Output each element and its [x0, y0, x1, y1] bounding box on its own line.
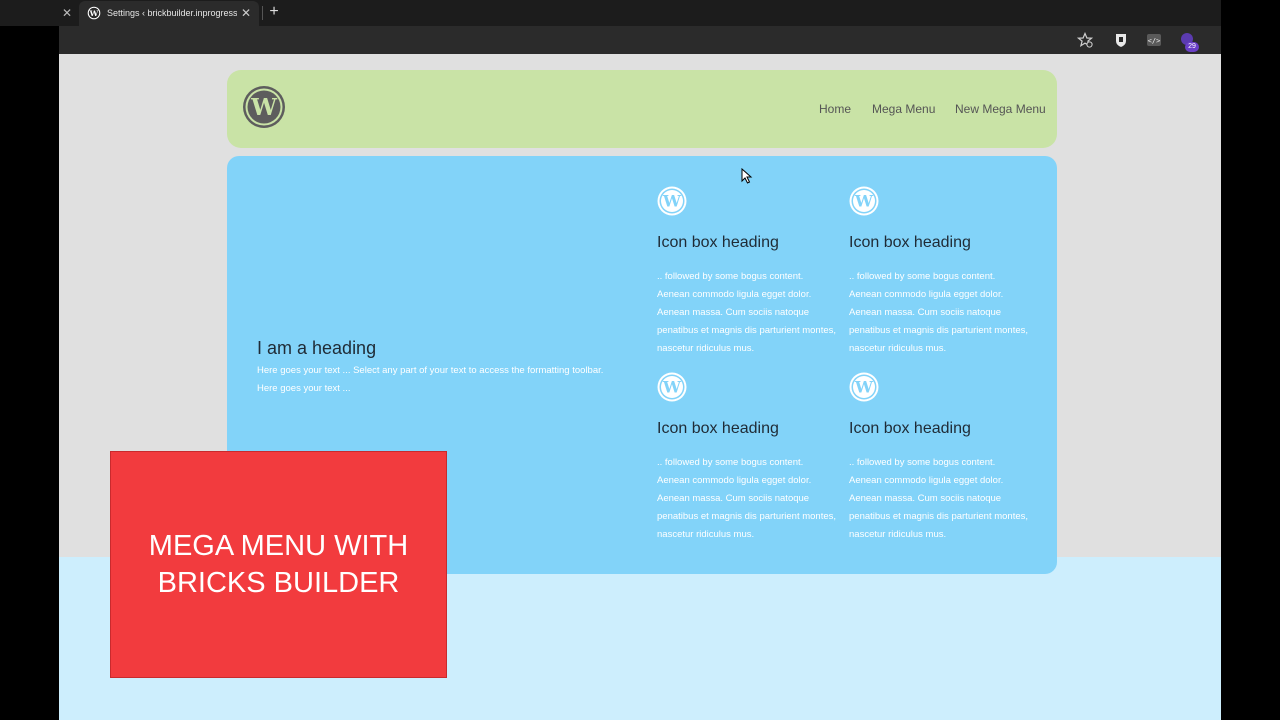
icon-box: W Icon box heading .. followed by some b… — [849, 372, 1029, 552]
promo-title-card: MEGA MENU WITH BRICKS BUILDER — [110, 451, 447, 678]
wordpress-icon: W — [849, 186, 879, 216]
icon-box-heading: Icon box heading — [657, 234, 779, 251]
nav-item-new-mega-menu[interactable]: New Mega Menu — [955, 100, 1046, 118]
mega-menu-text: Here goes your text ... Select any part … — [257, 365, 604, 394]
tab-divider — [262, 6, 263, 20]
tab-close-icon[interactable]: ✕ — [239, 5, 253, 21]
icon-box-text: .. followed by some bogus content. Aenea… — [849, 457, 1029, 540]
extension-badge: 29 — [1185, 42, 1199, 52]
wordpress-icon: W — [849, 372, 879, 402]
shield-extension-icon[interactable] — [1113, 32, 1129, 48]
icon-box: W Icon box heading .. followed by some b… — [849, 186, 1029, 366]
main-navigation: Home Mega Menu New Mega Menu — [227, 100, 1057, 118]
icon-box-heading: Icon box heading — [849, 420, 971, 437]
nav-item-home[interactable]: Home — [819, 100, 851, 118]
icon-box: W Icon box heading .. followed by some b… — [657, 186, 837, 366]
favorites-star-icon[interactable] — [1077, 32, 1093, 48]
svg-text:</>: </> — [1148, 37, 1161, 45]
icon-box-heading: Icon box heading — [657, 420, 779, 437]
wordpress-icon: W — [657, 372, 687, 402]
svg-text:W: W — [662, 192, 682, 211]
icon-box-heading: Icon box heading — [849, 234, 971, 251]
browser-tab[interactable]: W Settings ‹ brickbuilder.inprogress ✕ — [79, 1, 259, 26]
wordpress-icon: W — [657, 186, 687, 216]
nav-item-mega-menu[interactable]: Mega Menu — [872, 100, 935, 118]
mouse-cursor-icon — [741, 168, 753, 184]
site-header: W Home Mega Menu New Mega Menu — [227, 70, 1057, 148]
svg-text:W: W — [854, 192, 874, 211]
browser-tab-bar: ✕ W Settings ‹ brickbuilder.inprogress ✕… — [0, 0, 1221, 26]
new-tab-icon[interactable]: + — [266, 3, 282, 21]
wordpress-favicon-icon: W — [87, 6, 101, 20]
promo-title: MEGA MENU WITH BRICKS BUILDER — [111, 528, 446, 602]
svg-text:W: W — [662, 378, 682, 397]
code-extension-icon[interactable]: </> — [1146, 32, 1162, 48]
icon-box-text: .. followed by some bogus content. Aenea… — [657, 457, 837, 540]
icon-box: W Icon box heading .. followed by some b… — [657, 372, 837, 552]
svg-text:W: W — [854, 378, 874, 397]
close-icon[interactable]: ✕ — [60, 5, 74, 21]
icon-box-text: .. followed by some bogus content. Aenea… — [849, 271, 1029, 354]
svg-text:W: W — [89, 9, 99, 18]
browser-toolbar: </> — [59, 26, 1221, 54]
promo-title-line-1: MEGA MENU WITH — [148, 530, 409, 562]
mega-menu-heading: I am a heading — [257, 338, 377, 358]
icon-box-text: .. followed by some bogus content. Aenea… — [657, 271, 837, 354]
promo-title-line-2: BRICKS BUILDER — [157, 567, 400, 599]
tab-title: Settings ‹ brickbuilder.inprogress — [107, 8, 237, 18]
